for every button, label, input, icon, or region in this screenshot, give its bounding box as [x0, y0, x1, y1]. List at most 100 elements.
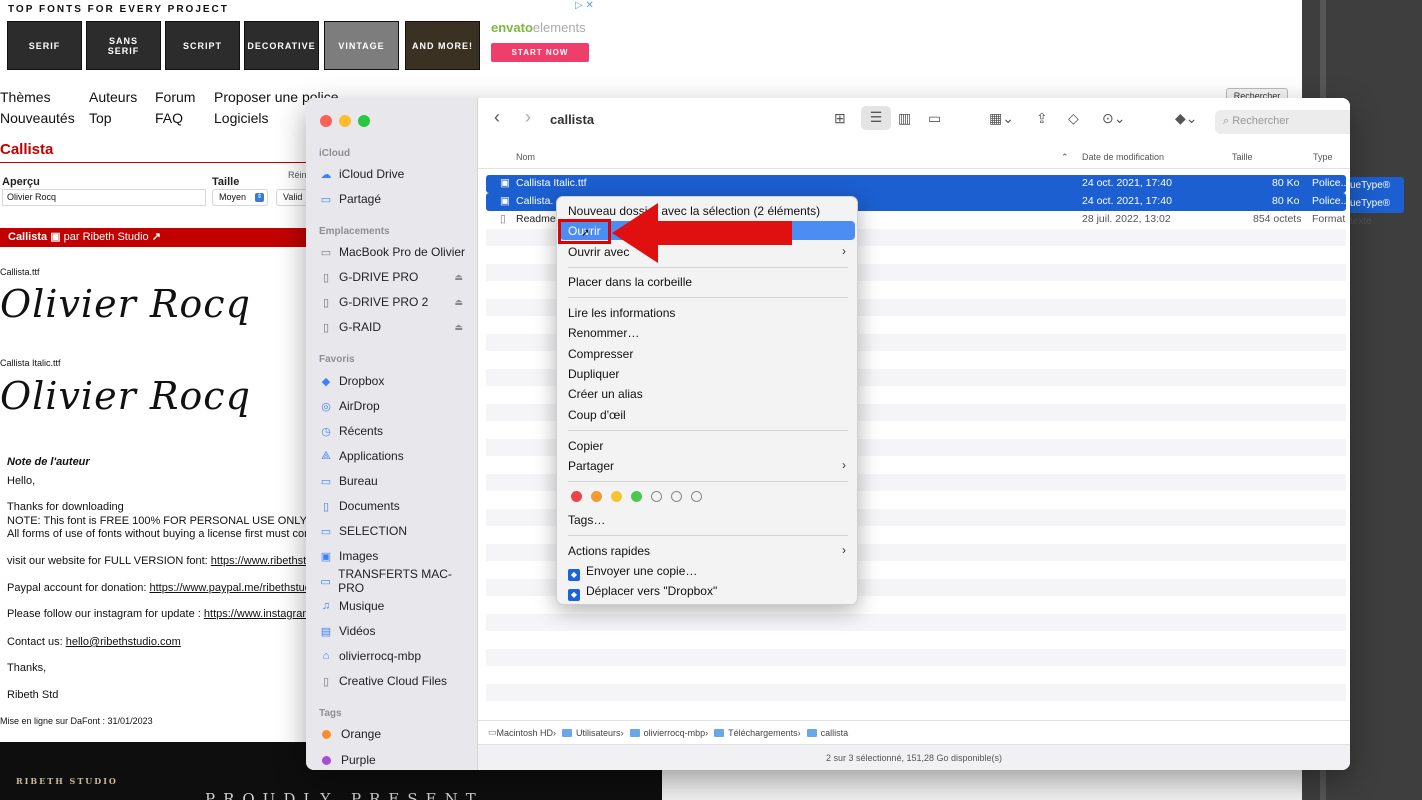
sidebar-item-home[interactable]: ⌂ olivierrocq-mbp — [319, 646, 469, 666]
valider-button[interactable]: Valid — [276, 189, 308, 206]
ad-tile-script[interactable]: SCRIPT — [165, 21, 240, 70]
path-item[interactable]: olivierrocq-mbp — [644, 728, 706, 738]
tag-orange-icon[interactable] — [591, 491, 602, 502]
eject-icon[interactable]: ⏏ — [454, 322, 463, 333]
photo-icon: ▣ — [320, 550, 332, 563]
ad-tile-serif[interactable]: SERIF — [7, 21, 82, 70]
sidebar-item-gdrive-pro[interactable]: ▯ G-DRIVE PRO ⏏ — [319, 267, 469, 287]
menu-item-compress[interactable]: Compresser — [568, 347, 633, 361]
sidebar-item-recents[interactable]: ◷ Récents — [319, 421, 469, 441]
ad-tile-decorative[interactable]: DECORATIVE — [244, 21, 319, 70]
menu-item-quicklook[interactable]: Coup d'œil — [568, 408, 626, 422]
publish-date: Mise en ligne sur DaFont : 31/01/2023 — [0, 716, 153, 726]
sidebar-tag-purple[interactable]: Purple — [319, 750, 469, 770]
instagram-link[interactable]: https://www.instagram — [204, 608, 312, 620]
sidebar-item-bureau[interactable]: ▭ Bureau — [319, 471, 469, 491]
sidebar-item-videos[interactable]: ▤ Vidéos — [319, 621, 469, 641]
reinit-link[interactable]: Réin — [288, 170, 307, 180]
nav-forum[interactable]: Forum — [155, 89, 195, 105]
zoom-window-button[interactable] — [358, 115, 370, 127]
nav-auteurs[interactable]: Auteurs — [89, 89, 137, 105]
menu-item-move-dropbox[interactable]: ◆ Déplacer vers "Dropbox" — [568, 584, 717, 601]
menu-item-send-copy[interactable]: ◆ Envoyer une copie… — [568, 564, 697, 581]
more-actions-icon[interactable]: ⊙⌄ — [1102, 110, 1125, 127]
sidebar-item-macbook[interactable]: ▭ MacBook Pro de Olivier — [319, 242, 469, 262]
column-header-name[interactable]: Nom — [516, 146, 535, 168]
window-title: callista — [550, 112, 595, 127]
file-row[interactable]: ▣ Callista Italic.ttf 24 oct. 2021, 17:4… — [486, 175, 1349, 193]
share-icon[interactable]: ⇪ — [1036, 110, 1048, 127]
path-item[interactable]: callista — [821, 728, 849, 738]
ad-tile-vintage[interactable]: VINTAGE — [324, 21, 399, 70]
eject-icon[interactable]: ⏏ — [454, 297, 463, 308]
nav-nouveautes[interactable]: Nouveautés — [0, 110, 75, 126]
column-header-type[interactable]: Type — [1313, 146, 1333, 168]
folder-icon — [562, 728, 573, 737]
nav-themes[interactable]: Thèmes — [0, 89, 51, 105]
close-window-button[interactable] — [320, 115, 332, 127]
start-now-button[interactable]: START NOW — [491, 43, 589, 62]
forward-chevron-icon[interactable]: › — [525, 107, 531, 128]
tag-green-icon[interactable] — [631, 491, 642, 502]
sidebar-item-dropbox[interactable]: ◆ Dropbox — [319, 371, 469, 391]
menu-separator — [568, 297, 848, 298]
sidebar-item-applications[interactable]: ⟁ Applications — [319, 446, 469, 466]
sidebar-item-gdrive-pro-2[interactable]: ▯ G-DRIVE PRO 2 ⏏ — [319, 292, 469, 312]
sidebar-tag-orange[interactable]: Orange — [319, 724, 469, 744]
sidebar-item-icloud-drive[interactable]: ☁ iCloud Drive — [319, 164, 469, 184]
taille-select[interactable]: Moyen ⇕ — [212, 189, 268, 206]
menu-item-duplicate[interactable]: Dupliquer — [568, 367, 619, 381]
group-by-icon[interactable]: ▦⌄ — [989, 110, 1014, 127]
column-header-date[interactable]: Date de modification — [1082, 146, 1164, 168]
back-chevron-icon[interactable]: ‹ — [494, 107, 500, 128]
tag-blue-icon[interactable] — [651, 491, 662, 502]
menu-item-share[interactable]: Partager — [568, 459, 614, 473]
menu-item-info[interactable]: Lire les informations — [568, 306, 675, 320]
nav-top[interactable]: Top — [89, 110, 112, 126]
column-view-icon[interactable]: ▥ — [898, 110, 911, 127]
search-field[interactable]: ⌕ Rechercher — [1215, 110, 1350, 134]
dropbox-toolbar-icon[interactable]: ◆⌄ — [1175, 110, 1198, 127]
menu-item-quick-actions[interactable]: Actions rapides — [568, 544, 650, 558]
tag-gray-icon[interactable] — [691, 491, 702, 502]
nav-faq[interactable]: FAQ — [155, 110, 183, 126]
menu-item-trash[interactable]: Placer dans la corbeille — [568, 275, 692, 289]
eject-icon[interactable]: ⏏ — [454, 272, 463, 283]
ad-tile-sans-serif[interactable]: SANS SERIF — [86, 21, 161, 70]
sidebar-item-airdrop[interactable]: ◎ AirDrop — [319, 396, 469, 416]
ad-tile-more[interactable]: AND MORE! — [405, 21, 480, 70]
nav-logiciels[interactable]: Logiciels — [214, 110, 268, 126]
tag-yellow-icon[interactable] — [611, 491, 622, 502]
ad-close-icon[interactable]: ▷ ✕ — [575, 0, 594, 11]
sidebar-item-creative-cloud[interactable]: ▯ Creative Cloud Files — [319, 671, 469, 691]
menu-item-tags[interactable]: Tags… — [568, 513, 605, 527]
sort-chevron-icon[interactable]: ⌃ — [1061, 146, 1069, 168]
sidebar-item-partage[interactable]: ▭ Partagé — [319, 189, 469, 209]
sidebar-item-documents[interactable]: ▯ Documents — [319, 496, 469, 516]
contact-link[interactable]: hello@ribethstudio.com — [66, 636, 181, 648]
column-header-size[interactable]: Taille — [1232, 146, 1253, 168]
sidebar-item-transferts[interactable]: ▭ TRANSFERTS MAC-PRO — [319, 567, 469, 595]
path-item[interactable]: Macintosh HD — [497, 728, 554, 738]
apercu-input[interactable]: Olivier Rocq — [2, 189, 206, 206]
menu-item-rename[interactable]: Renommer… — [568, 326, 639, 340]
sidebar-item-graid[interactable]: ▯ G-RAID ⏏ — [319, 317, 469, 337]
path-item[interactable]: Utilisateurs — [576, 728, 621, 738]
visit-link[interactable]: https://www.ribethst — [211, 555, 306, 567]
tag-purple-icon[interactable] — [671, 491, 682, 502]
tag-red-icon[interactable] — [571, 491, 582, 502]
path-item[interactable]: Téléchargements — [728, 728, 798, 738]
paypal-link[interactable]: https://www.paypal.me/ribethstudi — [149, 582, 313, 594]
list-view-icon[interactable]: ☰ — [861, 106, 891, 130]
minimize-window-button[interactable] — [339, 115, 351, 127]
menu-item-copy[interactable]: Copier — [568, 439, 603, 453]
icon-view-icon[interactable]: ⊞ — [834, 110, 846, 127]
sidebar-item-images[interactable]: ▣ Images — [319, 546, 469, 566]
sidebar-item-selection[interactable]: ▭ SELECTION — [319, 521, 469, 541]
ad-heading: TOP FONTS FOR EVERY PROJECT — [8, 4, 229, 15]
sidebar-item-musique[interactable]: ♫ Musique — [319, 596, 469, 616]
sidebar-section-icloud: iCloud — [319, 148, 351, 159]
gallery-view-icon[interactable]: ▭ — [928, 110, 941, 127]
menu-item-alias[interactable]: Créer un alias — [568, 387, 643, 401]
tag-icon[interactable]: ◇ — [1068, 110, 1079, 127]
